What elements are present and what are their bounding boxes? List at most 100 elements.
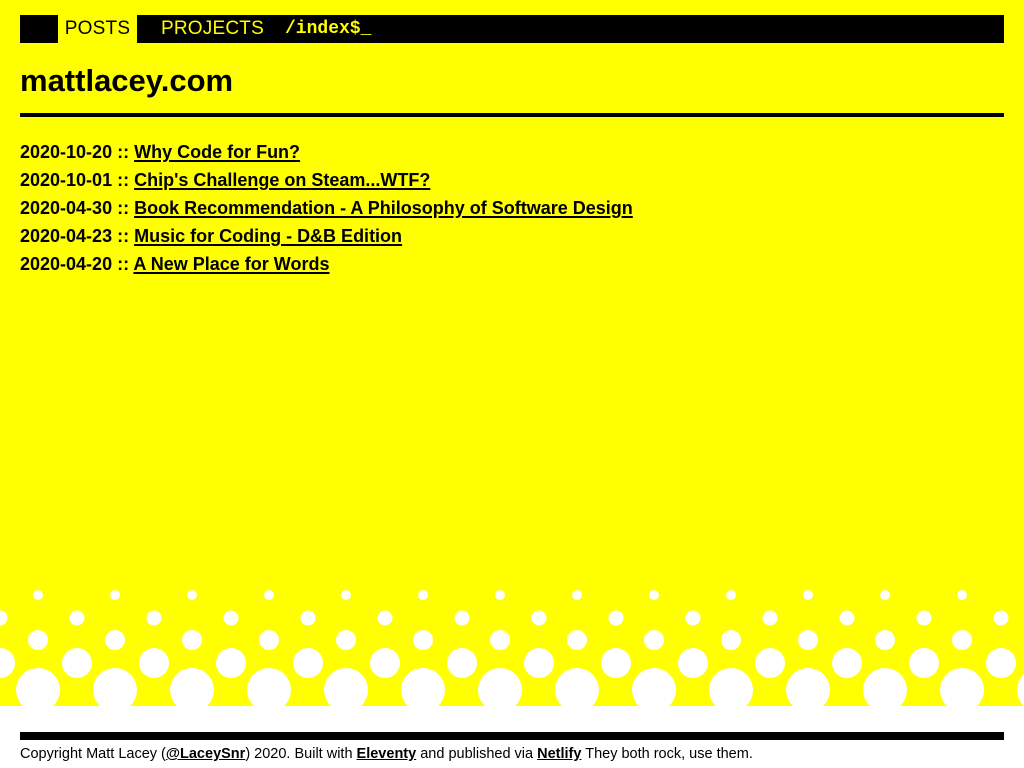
post-date: 2020-10-01 [20,170,113,190]
footer-twitter-link[interactable]: @LaceySnr [166,746,245,762]
title-divider [20,113,1004,117]
post-title-link[interactable]: Book Recommendation - A Philosophy of So… [134,198,633,218]
decorative-dot [839,610,855,626]
decorative-dot [69,610,85,626]
decorative-dot [632,668,676,712]
footer-built-with: ) 2020. Built with [245,746,357,762]
decorative-dot [572,590,582,600]
post-separator: :: [112,170,135,190]
decorative-dot [93,668,137,712]
decorative-dot [216,648,246,678]
post-item: 2020-04-23 :: Music for Coding - D&B Edi… [20,222,633,250]
decorative-dot [264,590,274,600]
page: POSTS PROJECTS /index$_ mattlacey.com 20… [0,0,1024,768]
decorative-dot [1017,673,1024,707]
decorative-dot [478,668,522,712]
decorative-dot [401,668,445,712]
decorative-dot [0,610,8,626]
nav-projects-link[interactable]: PROJECTS [161,15,264,43]
footer-eleventy-link[interactable]: Eleventy [357,746,417,762]
post-item: 2020-10-01 :: Chip's Challenge on Steam.… [20,166,633,194]
decorative-dot [555,668,599,712]
post-date: 2020-04-23 [20,226,113,246]
footer-tagline: They both rock, use them. [581,746,753,762]
decorative-dot [803,590,813,600]
decorative-dot [418,590,428,600]
post-separator: :: [112,198,135,218]
decorative-dot [644,630,664,650]
decorative-dot [370,648,400,678]
decorative-dot [755,648,785,678]
decorative-dot [182,630,202,650]
decorative-dot [0,648,15,678]
decorative-dot [721,630,741,650]
post-separator: :: [112,142,135,162]
post-date: 2020-04-20 [20,254,113,274]
site-title: mattlacey.com [20,63,234,98]
decorative-dot [786,668,830,712]
post-item: 2020-04-30 :: Book Recommendation - A Ph… [20,194,633,222]
decorative-dot [28,630,48,650]
post-item: 2020-04-20 :: A New Place for Words [20,250,633,278]
decorative-dot [608,610,624,626]
decorative-dot [16,668,60,712]
decorative-dot [531,610,547,626]
decorative-dot [413,630,433,650]
decorative-dot [524,648,554,678]
decorative-dot [495,590,505,600]
decorative-dot [170,668,214,712]
post-date: 2020-04-30 [20,198,113,218]
decorative-dot [105,630,125,650]
decorative-dot [454,610,470,626]
decorative-dot [62,648,92,678]
decorative-dot [649,590,659,600]
decorative-dot [678,648,708,678]
footer-divider [20,732,1004,740]
decorative-dot [567,630,587,650]
post-date: 2020-10-20 [20,142,113,162]
nav-posts-link[interactable]: POSTS [58,15,137,43]
decorative-dot [957,590,967,600]
decorative-dot [293,648,323,678]
decorative-dot [940,668,984,712]
post-title-link[interactable]: Why Code for Fun? [134,142,300,162]
decorative-dot [993,610,1009,626]
footer-text: Copyright Matt Lacey (@LaceySnr) 2020. B… [20,744,753,764]
decorative-dot [709,668,753,712]
decorative-dot [247,668,291,712]
decorative-dot [762,610,778,626]
post-separator: :: [112,254,134,274]
decorative-dot [863,668,907,712]
decorative-dot [324,668,368,712]
post-item: 2020-10-20 :: Why Code for Fun? [20,138,633,166]
footer-copyright: Copyright Matt Lacey ( [20,746,166,762]
decorative-dot [259,630,279,650]
decorative-dot [341,590,351,600]
decorative-dots-pattern [0,590,1024,730]
decorative-dot [223,610,239,626]
post-title-link[interactable]: Chip's Challenge on Steam...WTF? [134,170,430,190]
post-title-link[interactable]: A New Place for Words [133,254,329,274]
decorative-dot [300,610,316,626]
decorative-dot [139,648,169,678]
post-title-link[interactable]: Music for Coding - D&B Edition [134,226,402,246]
decorative-dot [832,648,862,678]
decorative-dot [377,610,393,626]
decorative-dot [187,590,197,600]
post-separator: :: [112,226,135,246]
decorative-dot [685,610,701,626]
decorative-dot [33,590,43,600]
post-list: 2020-10-20 :: Why Code for Fun? 2020-10-… [20,138,633,278]
decorative-dot [726,590,736,600]
nav-path-prompt: /index$_ [285,19,372,39]
decorative-dot [952,630,972,650]
decorative-dot [110,590,120,600]
decorative-dot [916,610,932,626]
decorative-dot [798,630,818,650]
decorative-band [0,706,1024,730]
decorative-dot [146,610,162,626]
decorative-dot [986,648,1016,678]
footer-published-via: and published via [416,746,538,762]
decorative-dot [336,630,356,650]
footer-netlify-link[interactable]: Netlify [537,746,581,762]
